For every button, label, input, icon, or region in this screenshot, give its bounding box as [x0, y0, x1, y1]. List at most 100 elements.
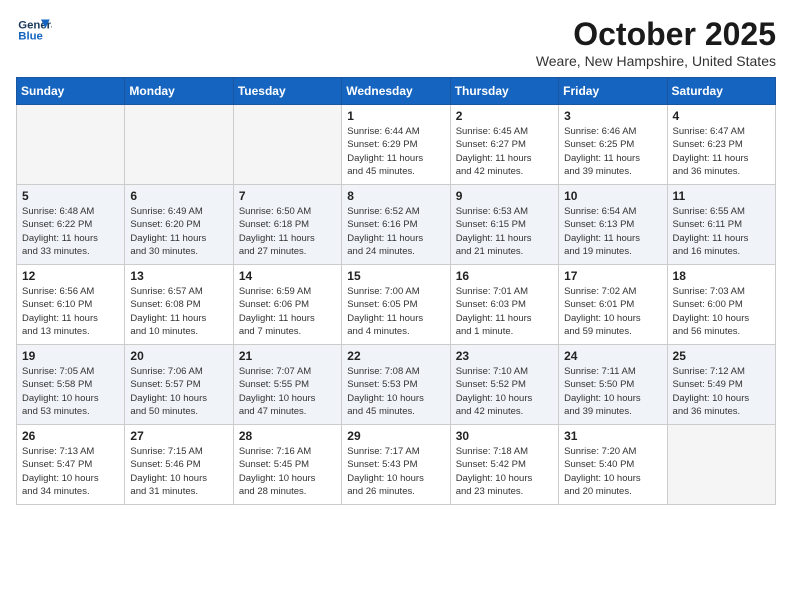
weekday-header: Sunday [17, 78, 125, 105]
calendar-day-cell: 16Sunrise: 7:01 AM Sunset: 6:03 PM Dayli… [450, 265, 558, 345]
day-info: Sunrise: 7:17 AM Sunset: 5:43 PM Dayligh… [347, 445, 444, 498]
day-number: 18 [673, 269, 770, 283]
calendar-table: SundayMondayTuesdayWednesdayThursdayFrid… [16, 77, 776, 505]
day-info: Sunrise: 6:52 AM Sunset: 6:16 PM Dayligh… [347, 205, 444, 258]
weekday-header: Saturday [667, 78, 775, 105]
day-number: 4 [673, 109, 770, 123]
day-number: 23 [456, 349, 553, 363]
day-number: 25 [673, 349, 770, 363]
location: Weare, New Hampshire, United States [536, 53, 776, 69]
day-info: Sunrise: 7:16 AM Sunset: 5:45 PM Dayligh… [239, 445, 336, 498]
calendar-day-cell: 7 Sunrise: 6:50 AM Sunset: 6:18 PM Daylig… [233, 185, 341, 265]
day-info: Sunrise: 6:50 AM Sunset: 6:18 PM Dayligh… [239, 205, 336, 258]
calendar-day-cell: 21Sunrise: 7:07 AM Sunset: 5:55 PM Dayli… [233, 345, 341, 425]
day-number: 1 [347, 109, 444, 123]
day-number: 2 [456, 109, 553, 123]
calendar-day-cell [233, 105, 341, 185]
weekday-header: Wednesday [342, 78, 450, 105]
calendar-day-cell: 28 Sunrise: 7:16 AM Sunset: 5:45 PM Dayli… [233, 425, 341, 505]
calendar-week-row: 1 Sunrise: 6:44 AM Sunset: 6:29 PM Daylig… [17, 105, 776, 185]
day-info: Sunrise: 6:57 AM Sunset: 6:08 PM Dayligh… [130, 285, 227, 338]
logo-icon: General Blue [16, 16, 52, 44]
calendar-day-cell: 11 Sunrise: 6:55 AM Sunset: 6:11 PM Dayli… [667, 185, 775, 265]
weekday-header: Tuesday [233, 78, 341, 105]
day-number: 8 [347, 189, 444, 203]
day-info: Sunrise: 7:11 AM Sunset: 5:50 PM Dayligh… [564, 365, 661, 418]
calendar-day-cell: 10Sunrise: 6:54 AM Sunset: 6:13 PM Dayli… [559, 185, 667, 265]
calendar-day-cell: 2 Sunrise: 6:45 AM Sunset: 6:27 PM Daylig… [450, 105, 558, 185]
day-number: 14 [239, 269, 336, 283]
day-number: 3 [564, 109, 661, 123]
day-info: Sunrise: 7:18 AM Sunset: 5:42 PM Dayligh… [456, 445, 553, 498]
day-number: 7 [239, 189, 336, 203]
day-number: 10 [564, 189, 661, 203]
calendar-day-cell [17, 105, 125, 185]
month-title: October 2025 [536, 16, 776, 53]
day-number: 30 [456, 429, 553, 443]
calendar-day-cell: 26 Sunrise: 7:13 AM Sunset: 5:47 PM Dayli… [17, 425, 125, 505]
weekday-header: Thursday [450, 78, 558, 105]
day-info: Sunrise: 6:47 AM Sunset: 6:23 PM Dayligh… [673, 125, 770, 178]
calendar-week-row: 5 Sunrise: 6:48 AM Sunset: 6:22 PM Daylig… [17, 185, 776, 265]
day-number: 13 [130, 269, 227, 283]
calendar-day-cell: 1 Sunrise: 6:44 AM Sunset: 6:29 PM Daylig… [342, 105, 450, 185]
day-info: Sunrise: 7:12 AM Sunset: 5:49 PM Dayligh… [673, 365, 770, 418]
calendar-day-cell: 17Sunrise: 7:02 AM Sunset: 6:01 PM Dayli… [559, 265, 667, 345]
day-number: 31 [564, 429, 661, 443]
day-info: Sunrise: 6:49 AM Sunset: 6:20 PM Dayligh… [130, 205, 227, 258]
day-number: 26 [22, 429, 119, 443]
calendar-day-cell: 18Sunrise: 7:03 AM Sunset: 6:00 PM Dayli… [667, 265, 775, 345]
day-info: Sunrise: 6:55 AM Sunset: 6:11 PM Dayligh… [673, 205, 770, 258]
day-info: Sunrise: 6:48 AM Sunset: 6:22 PM Dayligh… [22, 205, 119, 258]
day-number: 11 [673, 189, 770, 203]
day-number: 24 [564, 349, 661, 363]
calendar-week-row: 26 Sunrise: 7:13 AM Sunset: 5:47 PM Dayli… [17, 425, 776, 505]
page-header: General Blue October 2025 Weare, New Ham… [16, 16, 776, 69]
title-section: October 2025 Weare, New Hampshire, Unite… [536, 16, 776, 69]
day-number: 16 [456, 269, 553, 283]
day-info: Sunrise: 7:06 AM Sunset: 5:57 PM Dayligh… [130, 365, 227, 418]
calendar-day-cell: 19 Sunrise: 7:05 AM Sunset: 5:58 PM Dayli… [17, 345, 125, 425]
calendar-day-cell: 14 Sunrise: 6:59 AM Sunset: 6:06 PM Dayli… [233, 265, 341, 345]
calendar-week-row: 19 Sunrise: 7:05 AM Sunset: 5:58 PM Dayli… [17, 345, 776, 425]
calendar-day-cell: 3 Sunrise: 6:46 AM Sunset: 6:25 PM Daylig… [559, 105, 667, 185]
day-info: Sunrise: 6:53 AM Sunset: 6:15 PM Dayligh… [456, 205, 553, 258]
calendar-day-cell: 24 Sunrise: 7:11 AM Sunset: 5:50 PM Dayli… [559, 345, 667, 425]
day-info: Sunrise: 7:13 AM Sunset: 5:47 PM Dayligh… [22, 445, 119, 498]
calendar-day-cell: 27Sunrise: 7:15 AM Sunset: 5:46 PM Dayli… [125, 425, 233, 505]
calendar-week-row: 12 Sunrise: 6:56 AM Sunset: 6:10 PM Dayli… [17, 265, 776, 345]
calendar-day-cell: 15 Sunrise: 7:00 AM Sunset: 6:05 PM Dayli… [342, 265, 450, 345]
day-info: Sunrise: 7:00 AM Sunset: 6:05 PM Dayligh… [347, 285, 444, 338]
day-number: 28 [239, 429, 336, 443]
day-number: 9 [456, 189, 553, 203]
calendar-day-cell: 30 Sunrise: 7:18 AM Sunset: 5:42 PM Dayli… [450, 425, 558, 505]
day-number: 15 [347, 269, 444, 283]
day-info: Sunrise: 6:45 AM Sunset: 6:27 PM Dayligh… [456, 125, 553, 178]
calendar-day-cell: 6Sunrise: 6:49 AM Sunset: 6:20 PM Daylig… [125, 185, 233, 265]
calendar-day-cell: 5 Sunrise: 6:48 AM Sunset: 6:22 PM Daylig… [17, 185, 125, 265]
day-number: 5 [22, 189, 119, 203]
calendar-day-cell: 29Sunrise: 7:17 AM Sunset: 5:43 PM Dayli… [342, 425, 450, 505]
day-info: Sunrise: 7:10 AM Sunset: 5:52 PM Dayligh… [456, 365, 553, 418]
day-info: Sunrise: 7:05 AM Sunset: 5:58 PM Dayligh… [22, 365, 119, 418]
day-info: Sunrise: 6:59 AM Sunset: 6:06 PM Dayligh… [239, 285, 336, 338]
calendar-day-cell: 31 Sunrise: 7:20 AM Sunset: 5:40 PM Dayli… [559, 425, 667, 505]
logo: General Blue [16, 16, 52, 44]
calendar-day-cell [667, 425, 775, 505]
day-info: Sunrise: 6:46 AM Sunset: 6:25 PM Dayligh… [564, 125, 661, 178]
day-info: Sunrise: 7:15 AM Sunset: 5:46 PM Dayligh… [130, 445, 227, 498]
calendar-day-cell: 8 Sunrise: 6:52 AM Sunset: 6:16 PM Daylig… [342, 185, 450, 265]
day-info: Sunrise: 6:56 AM Sunset: 6:10 PM Dayligh… [22, 285, 119, 338]
svg-text:Blue: Blue [18, 31, 43, 43]
calendar-day-cell: 4 Sunrise: 6:47 AM Sunset: 6:23 PM Daylig… [667, 105, 775, 185]
day-info: Sunrise: 6:44 AM Sunset: 6:29 PM Dayligh… [347, 125, 444, 178]
calendar-day-cell: 9 Sunrise: 6:53 AM Sunset: 6:15 PM Daylig… [450, 185, 558, 265]
calendar-day-cell: 25 Sunrise: 7:12 AM Sunset: 5:49 PM Dayli… [667, 345, 775, 425]
calendar-header-row: SundayMondayTuesdayWednesdayThursdayFrid… [17, 78, 776, 105]
day-info: Sunrise: 7:20 AM Sunset: 5:40 PM Dayligh… [564, 445, 661, 498]
day-number: 21 [239, 349, 336, 363]
day-number: 19 [22, 349, 119, 363]
day-number: 12 [22, 269, 119, 283]
weekday-header: Friday [559, 78, 667, 105]
weekday-header: Monday [125, 78, 233, 105]
